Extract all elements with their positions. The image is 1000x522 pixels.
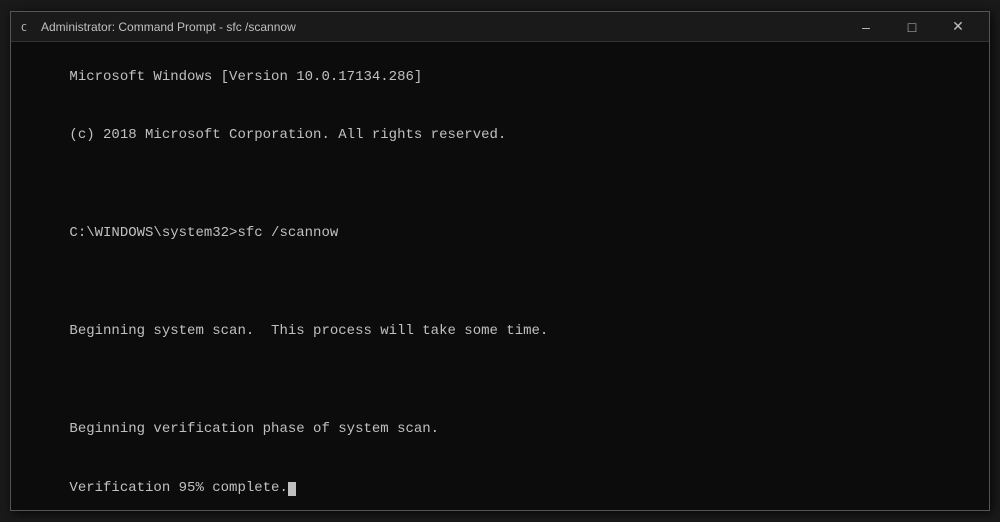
cmd-window: C Administrator: Command Prompt - sfc /s… xyxy=(10,11,990,511)
line4: C:\WINDOWS\system32>sfc /scannow xyxy=(69,225,338,241)
window-controls: – □ ✕ xyxy=(843,12,981,42)
console-output: Microsoft Windows [Version 10.0.17134.28… xyxy=(19,48,981,510)
line6: Beginning system scan. This process will… xyxy=(69,323,548,339)
close-button[interactable]: ✕ xyxy=(935,12,981,42)
line2: (c) 2018 Microsoft Corporation. All righ… xyxy=(69,127,506,143)
line8: Beginning verification phase of system s… xyxy=(69,421,439,437)
line1: Microsoft Windows [Version 10.0.17134.28… xyxy=(69,69,422,85)
minimize-button[interactable]: – xyxy=(843,12,889,42)
window-title: Administrator: Command Prompt - sfc /sca… xyxy=(41,20,843,34)
line9: Verification 95% complete. xyxy=(69,480,287,496)
title-bar: C Administrator: Command Prompt - sfc /s… xyxy=(11,12,989,42)
cursor-blink xyxy=(288,482,296,496)
svg-text:C: C xyxy=(21,23,27,34)
maximize-button[interactable]: □ xyxy=(889,12,935,42)
cmd-icon: C xyxy=(19,19,35,35)
console-body[interactable]: Microsoft Windows [Version 10.0.17134.28… xyxy=(11,42,989,510)
